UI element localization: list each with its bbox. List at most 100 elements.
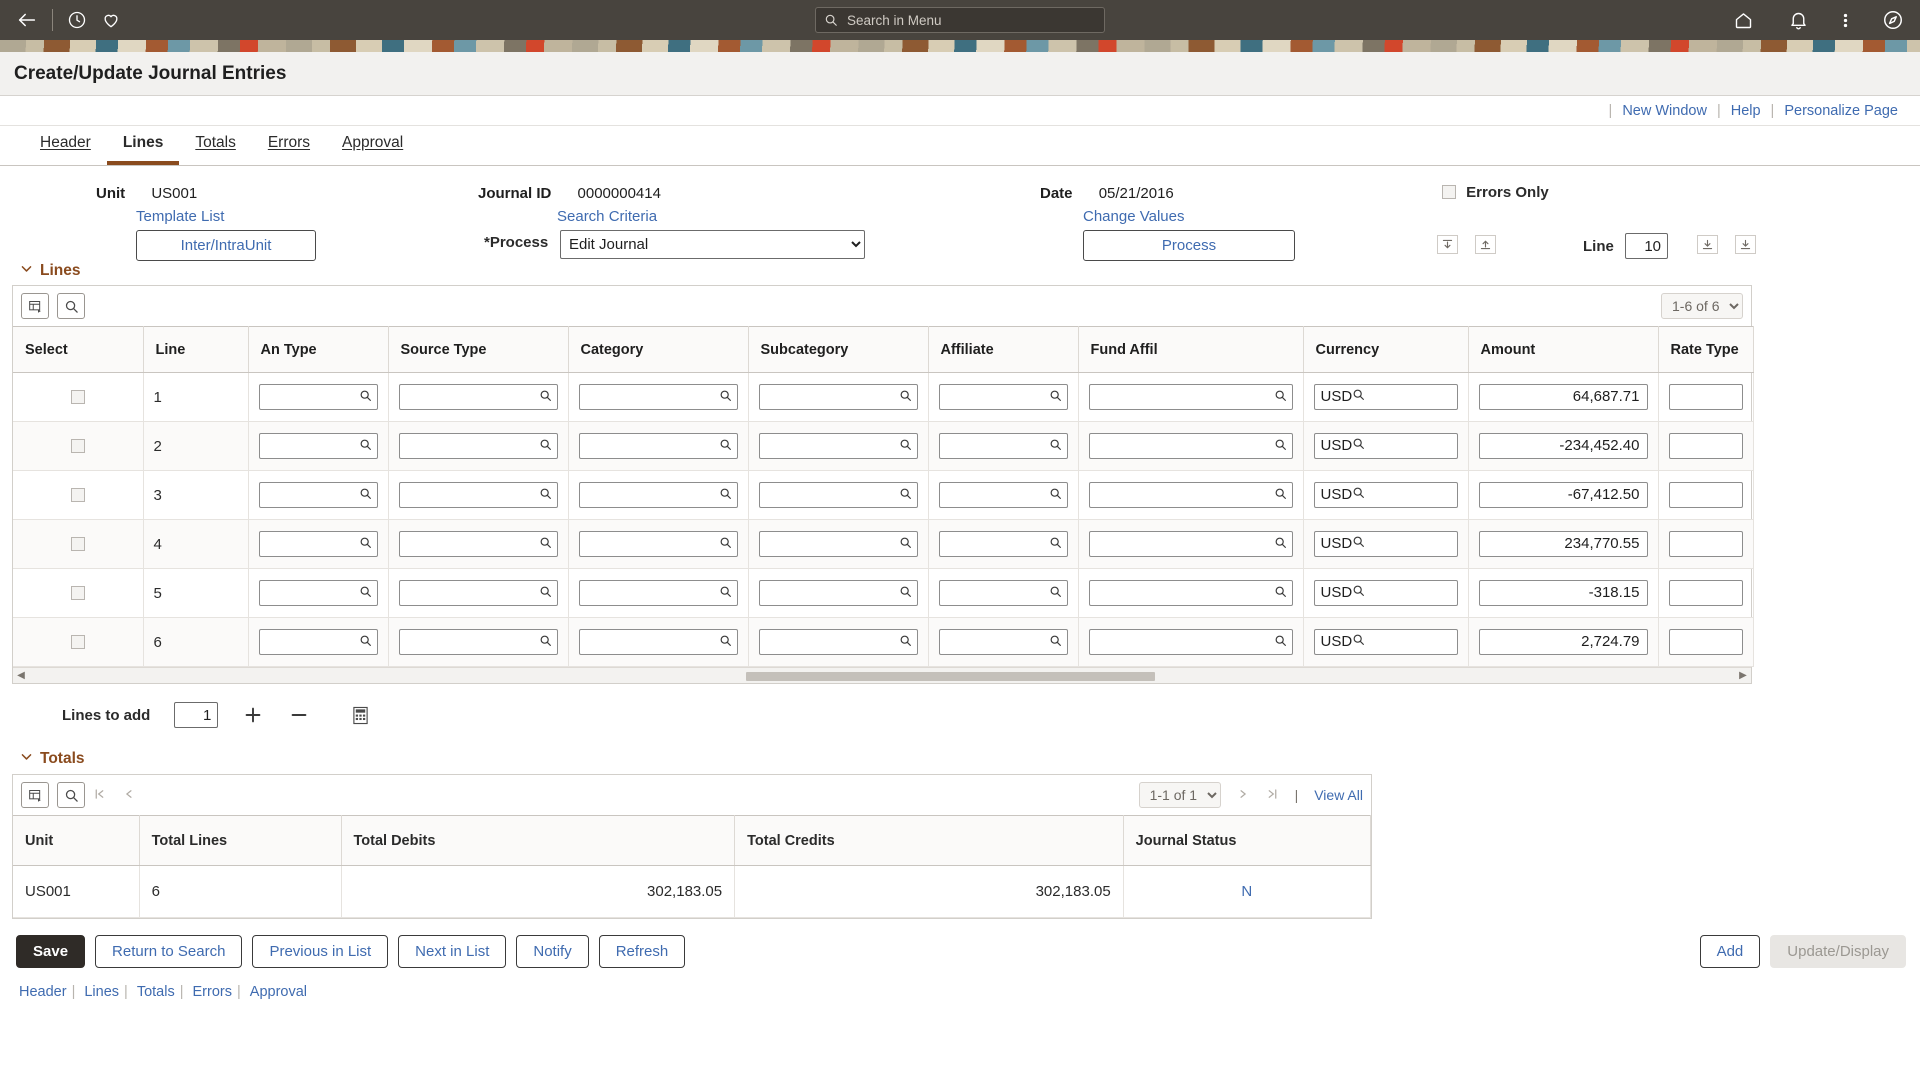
heart-icon[interactable] [101, 10, 121, 30]
source-type-lookup-field[interactable] [398, 531, 558, 557]
currency-lookup-field[interactable]: USD [1313, 482, 1458, 508]
errors-only-field[interactable]: Errors Only [1442, 184, 1549, 201]
lines-section-header[interactable]: Lines [20, 262, 1920, 280]
category-lookup-field[interactable] [578, 531, 738, 557]
row-subcategory-cell[interactable] [748, 519, 929, 569]
row-an-type-cell[interactable] [248, 421, 389, 471]
chevron-down-icon[interactable] [20, 750, 33, 768]
fund-affil-lookup-field[interactable] [1088, 531, 1293, 557]
affiliate-lookup-field[interactable] [938, 629, 1068, 655]
grid-personalize-icon[interactable] [21, 293, 49, 319]
subcategory-lookup-field[interactable] [758, 433, 918, 459]
row-select-cell[interactable] [13, 372, 144, 422]
tab-errors[interactable]: Errors [252, 134, 326, 165]
row-currency-cell[interactable]: USD [1303, 519, 1469, 569]
row-rate-type-cell[interactable] [1658, 519, 1754, 569]
row-source-type-cell[interactable] [388, 519, 569, 569]
view-all-link[interactable]: View All [1314, 787, 1363, 803]
row-source-type-cell[interactable] [388, 617, 569, 667]
row-select-cell[interactable] [13, 568, 144, 618]
source-type-lookup-field[interactable] [398, 482, 558, 508]
footer-link-errors[interactable]: Errors [188, 984, 237, 1000]
subcategory-lookup-field[interactable] [758, 384, 918, 410]
row-select-checkbox[interactable] [70, 389, 85, 404]
row-amount-cell[interactable]: -67,412.50 [1468, 470, 1659, 520]
row-currency-cell[interactable]: USD [1303, 421, 1469, 471]
subcategory-lookup-field[interactable] [758, 482, 918, 508]
next-in-list-button[interactable]: Next in List [398, 935, 507, 968]
row-an-type-cell[interactable] [248, 372, 389, 422]
last-line-icon[interactable] [1735, 235, 1756, 254]
search-input[interactable] [845, 11, 1096, 29]
row-subcategory-cell[interactable] [748, 421, 929, 471]
tab-approval[interactable]: Approval [326, 134, 419, 165]
tab-header[interactable]: Header [24, 134, 107, 165]
category-lookup-field[interactable] [578, 482, 738, 508]
lines-horizontal-scrollbar[interactable]: ◀ ▶ [13, 667, 1751, 683]
rate-type-field[interactable] [1668, 482, 1743, 508]
footer-link-lines[interactable]: Lines [79, 984, 124, 1000]
back-arrow-icon[interactable] [16, 9, 38, 31]
affiliate-lookup-field[interactable] [938, 384, 1068, 410]
last-page-icon[interactable] [1266, 787, 1279, 804]
row-affiliate-cell[interactable] [928, 470, 1079, 520]
row-fund-affil-cell[interactable] [1078, 519, 1304, 569]
row-subcategory-cell[interactable] [748, 568, 929, 618]
change-values-link[interactable]: Change Values [1083, 208, 1184, 225]
scroll-track[interactable] [29, 671, 1735, 681]
subcategory-lookup-field[interactable] [758, 531, 918, 557]
errors-only-checkbox[interactable] [1442, 185, 1456, 199]
row-amount-cell[interactable]: -234,452.40 [1468, 421, 1659, 471]
fund-affil-lookup-field[interactable] [1088, 580, 1293, 606]
row-fund-affil-cell[interactable] [1078, 372, 1304, 422]
process-button[interactable]: Process [1083, 230, 1295, 261]
rate-type-field[interactable] [1668, 580, 1743, 606]
an-type-lookup-field[interactable] [258, 580, 378, 606]
previous-page-icon[interactable] [122, 787, 135, 804]
totals-section-header[interactable]: Totals [20, 750, 1920, 768]
rate-type-field[interactable] [1668, 629, 1743, 655]
fund-affil-lookup-field[interactable] [1088, 433, 1293, 459]
row-select-cell[interactable] [13, 519, 144, 569]
footer-link-approval[interactable]: Approval [245, 984, 312, 1000]
process-select[interactable]: Edit Journal [560, 230, 865, 259]
source-type-lookup-field[interactable] [398, 384, 558, 410]
minus-icon[interactable] [288, 704, 310, 726]
kebab-menu-icon[interactable] [1843, 10, 1848, 31]
currency-lookup-field[interactable]: USD [1313, 531, 1458, 557]
grid-find-icon[interactable] [57, 293, 85, 319]
row-source-type-cell[interactable] [388, 470, 569, 520]
chevron-down-icon[interactable] [20, 262, 33, 280]
currency-lookup-field[interactable]: USD [1313, 433, 1458, 459]
row-select-cell[interactable] [13, 421, 144, 471]
row-category-cell[interactable] [568, 470, 749, 520]
tab-lines[interactable]: Lines [106, 134, 180, 165]
subcategory-lookup-field[interactable] [758, 580, 918, 606]
first-page-icon[interactable] [93, 787, 106, 804]
row-an-type-cell[interactable] [248, 470, 389, 520]
affiliate-lookup-field[interactable] [938, 531, 1068, 557]
row-an-type-cell[interactable] [248, 519, 389, 569]
rate-type-field[interactable] [1668, 433, 1743, 459]
an-type-lookup-field[interactable] [258, 629, 378, 655]
row-affiliate-cell[interactable] [928, 372, 1079, 422]
affiliate-lookup-field[interactable] [938, 433, 1068, 459]
footer-link-header[interactable]: Header [14, 984, 72, 1000]
amount-input[interactable]: -67,412.50 [1478, 482, 1648, 508]
row-fund-affil-cell[interactable] [1078, 421, 1304, 471]
row-category-cell[interactable] [568, 421, 749, 471]
next-line-icon[interactable] [1697, 235, 1718, 254]
currency-lookup-field[interactable]: USD [1313, 580, 1458, 606]
row-select-cell[interactable] [13, 470, 144, 520]
amount-input[interactable]: -318.15 [1478, 580, 1648, 606]
source-type-lookup-field[interactable] [398, 629, 558, 655]
clock-icon[interactable] [67, 10, 87, 30]
lines-pager-select[interactable]: 1-6 of 6 [1661, 293, 1743, 319]
previous-line-icon[interactable] [1475, 235, 1496, 254]
row-fund-affil-cell[interactable] [1078, 617, 1304, 667]
row-affiliate-cell[interactable] [928, 421, 1079, 471]
calculator-icon[interactable] [352, 706, 369, 725]
search-criteria-link[interactable]: Search Criteria [557, 208, 657, 225]
source-type-lookup-field[interactable] [398, 580, 558, 606]
row-select-checkbox[interactable] [70, 634, 85, 649]
